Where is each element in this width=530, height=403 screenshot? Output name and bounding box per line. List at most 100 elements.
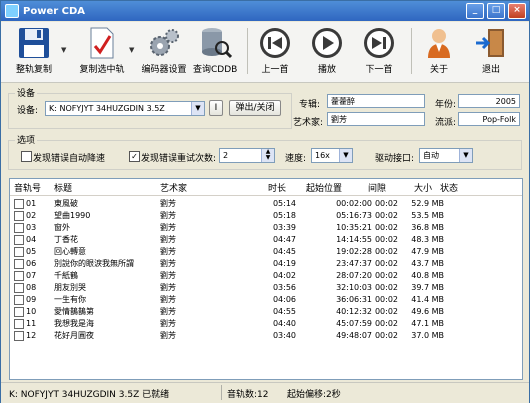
track-size-cell: 40.8 MB [411,271,444,280]
table-row[interactable]: 08 朋友別哭 劉芳 03:56 32:10:03 00:02 39.7 MB [10,282,522,293]
prev-track-button[interactable]: 上一首 [253,24,297,80]
track-start-cell: 05:16:73 [336,211,372,220]
rip-all-button[interactable]: 整轨复制 ▼ [5,24,66,80]
table-row[interactable]: 03 窗外 劉芳 03:39 10:35:21 00:02 36.8 MB [10,222,522,233]
skip-forward-icon [362,26,396,60]
app-window: Power CDA _ □ × 整轨复制 ▼ 复制选中轨 ▼ 编码器设置 查询C… [0,0,530,403]
table-row[interactable]: 11 我想我是海 劉芳 04:40 45:07:59 00:02 47.1 MB [10,318,522,329]
track-checkbox[interactable] [14,331,24,341]
table-row[interactable]: 07 千紙鶴 劉芳 04:02 28:07:20 00:02 40.8 MB [10,270,522,281]
auto-slowdown-label: 发现错误自动降速 [33,154,106,164]
minimize-button[interactable]: _ [466,3,484,19]
track-artist-cell: 劉芳 [160,271,176,280]
chevron-down-icon: ▼ [339,149,352,162]
track-length-cell: 04:45 [272,247,296,256]
table-row[interactable]: 12 花好月圓夜 劉芳 03:40 49:48:07 00:02 37.0 MB [10,330,522,341]
track-no-cell: 10 [26,307,37,316]
track-size-cell: 47.1 MB [411,319,444,328]
column-header-track-no[interactable]: 音轨号 [14,181,41,194]
track-checkbox[interactable] [14,235,24,245]
encoder-settings-label: 编码器设置 [141,65,187,75]
track-gap-cell: 00:02 [374,199,398,208]
track-title-cell: 花好月圓夜 [54,331,94,340]
encoder-settings-button[interactable]: 编码器设置 [139,24,189,80]
column-header-size[interactable]: 大小 [414,181,432,194]
exit-button[interactable]: 退出 [469,24,513,80]
track-start-cell: 36:06:31 [336,295,372,304]
track-checkbox[interactable] [14,271,24,281]
speed-select[interactable]: 16x ▼ [311,148,353,163]
maximize-button[interactable]: □ [487,3,505,19]
device-info-button[interactable]: I [209,100,223,116]
track-checkbox[interactable] [14,259,24,269]
speed-label: 速度: [285,154,307,164]
options-group-title: 选项 [15,133,38,146]
track-artist-cell: 劉芳 [160,235,176,244]
retry-checkbox[interactable]: ✓ [129,151,140,162]
play-button[interactable]: 播放 [305,24,349,80]
track-artist-cell: 劉芳 [160,259,176,268]
track-checkbox[interactable] [14,283,24,293]
rip-all-dropdown-icon[interactable]: ▼ [61,46,66,54]
table-row[interactable]: 02 望曲1990 劉芳 05:18 05:16:73 00:02 53.5 MB [10,210,522,221]
table-row[interactable]: 01 東風破 劉芳 05:14 00:02:00 00:02 52.9 MB [10,198,522,209]
floppy-disk-icon [17,26,51,60]
album-label: 专辑: [299,100,321,110]
track-checkbox[interactable] [14,223,24,233]
rip-selected-dropdown-icon[interactable]: ▼ [129,46,134,54]
table-row[interactable]: 06 別說你的眼淚我無所謂 劉芳 04:19 23:47:37 00:02 43.7 MB [10,258,522,269]
database-search-icon [198,26,233,60]
drive-interface-select[interactable]: 自动 ▼ [419,148,473,163]
track-start-cell: 49:48:07 [336,331,372,340]
drive-interface-value: 自动 [423,151,439,160]
track-checkbox[interactable] [14,211,24,221]
spinner-arrows-icon[interactable]: ▲ ▼ [261,149,274,162]
track-size-cell: 36.8 MB [411,223,444,232]
gear-icon [147,26,181,60]
track-checkbox[interactable] [14,295,24,305]
device-select[interactable]: K: NOFYJYT 34HUZGDIN 3.5Z ▼ [45,101,205,116]
year-field[interactable]: 2005 [458,94,520,108]
table-row[interactable]: 04 丁香花 劉芳 04:47 14:14:55 00:02 48.3 MB [10,234,522,245]
column-header-artist[interactable]: 艺术家 [160,181,187,194]
table-row[interactable]: 09 一生有你 劉芳 04:06 36:06:31 00:02 41.4 MB [10,294,522,305]
track-no-cell: 08 [26,283,37,292]
track-title-cell: 一生有你 [54,295,86,304]
auto-slowdown-checkbox[interactable] [21,151,32,162]
track-size-cell: 43.7 MB [411,259,444,268]
track-checkbox[interactable] [14,307,24,317]
close-button[interactable]: × [508,3,526,19]
retry-count-spinner[interactable]: 2 ▲ ▼ [219,148,275,163]
track-length-cell: 03:39 [272,223,296,232]
table-row[interactable]: 05 回心轉意 劉芳 04:45 19:02:28 00:02 47.9 MB [10,246,522,257]
rip-selected-label: 复制选中轨 [79,65,125,75]
track-no-cell: 05 [26,247,37,256]
query-cddb-button[interactable]: 查询CDDB [193,24,237,80]
track-artist-cell: 劉芳 [160,247,176,256]
column-header-length[interactable]: 时长 [268,181,286,194]
next-track-button[interactable]: 下一首 [357,24,401,80]
track-checkbox[interactable] [14,247,24,257]
column-header-start[interactable]: 起始位置 [306,181,342,194]
about-button[interactable]: 关于 [417,24,461,80]
track-checkbox[interactable] [14,319,24,329]
column-header-status[interactable]: 状态 [440,181,458,194]
genre-field[interactable]: Pop-Folk [458,112,520,126]
track-no-cell: 11 [26,319,37,328]
track-no-cell: 06 [26,259,37,268]
album-field[interactable]: 藿藿醉 [327,94,425,108]
rip-selected-button[interactable]: 复制选中轨 ▼ [73,24,134,80]
track-gap-cell: 00:02 [374,247,398,256]
track-start-cell: 14:14:55 [336,235,372,244]
eject-button[interactable]: 弹出/关闭 [229,100,281,116]
track-gap-cell: 00:02 [374,319,398,328]
device-select-value: K: NOFYJYT 34HUZGDIN 3.5Z [49,104,165,113]
track-size-cell: 39.7 MB [411,283,444,292]
track-checkbox[interactable] [14,199,24,209]
track-artist-cell: 劉芳 [160,199,176,208]
column-header-title[interactable]: 标题 [54,181,72,194]
table-row[interactable]: 10 愛情鵲鵲第 劉芳 04:55 40:12:32 00:02 49.6 MB [10,306,522,317]
artist-field[interactable]: 劉芳 [327,112,425,126]
device-label: 设备: [17,106,39,116]
column-header-gap[interactable]: 间隙 [368,181,386,194]
